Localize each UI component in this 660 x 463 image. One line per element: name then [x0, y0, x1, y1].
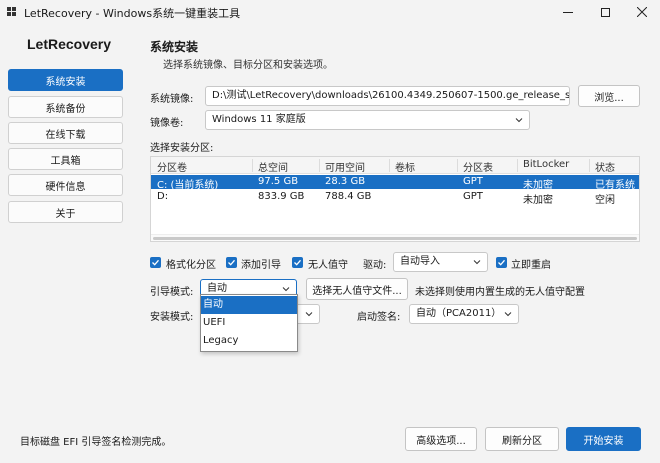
check-icon [228, 259, 235, 266]
column-header[interactable]: 分区表 [463, 159, 493, 174]
chevron-down-icon [305, 312, 313, 317]
main-panel: 系统安装 选择系统镜像、目标分区和安装选项。 系统镜像: D:\测试\LetRe… [130, 24, 660, 419]
select-unattend-file-button[interactable]: 选择无人值守文件... [306, 278, 408, 300]
app-icon [7, 7, 17, 17]
status-text: 目标磁盘 EFI 引导签名检测完成。 [20, 437, 172, 448]
image-label: 系统镜像: [150, 94, 194, 105]
table-cell: 空闲 [595, 195, 615, 206]
close-button[interactable] [624, 0, 660, 24]
boot-sign-select-value: 自动（PCA2011） [416, 308, 502, 319]
maximize-button[interactable] [587, 0, 623, 24]
driver-select-value: 自动导入 [400, 256, 440, 267]
sidebar: LetRecovery 系统安装 系统备份 在线下载 工具箱 硬件信息 关于 [0, 24, 130, 419]
add-boot-label: 添加引导 [241, 260, 281, 271]
table-row[interactable]: D: 833.9 GB 788.4 GB GPT 未加密 空闲 [151, 190, 639, 206]
driver-select[interactable]: 自动导入 [393, 252, 488, 272]
column-header[interactable]: 卷标 [395, 159, 415, 174]
boot-sign-select[interactable]: 自动（PCA2011） [409, 304, 519, 324]
partition-table: 分区卷 总空间 可用空间 卷标 分区表 BitLocker 状态 C: (当前系… [150, 156, 640, 242]
chevron-down-icon [504, 312, 512, 317]
table-cell: 未加密 [523, 180, 553, 191]
table-cell: D: [157, 191, 169, 202]
boot-mode-option-legacy[interactable]: Legacy [201, 332, 297, 350]
boot-sign-label: 启动签名: [357, 312, 401, 323]
sidebar-item-download[interactable]: 在线下载 [8, 122, 123, 144]
sidebar-item-hardware[interactable]: 硬件信息 [8, 174, 123, 196]
unattend-label: 无人值守 [308, 260, 348, 271]
check-icon [152, 259, 159, 266]
volume-label: 镜像卷: [150, 118, 184, 129]
sidebar-item-backup[interactable]: 系统备份 [8, 96, 123, 118]
partition-label: 选择安装分区: [150, 143, 214, 154]
volume-select[interactable]: Windows 11 家庭版 [205, 110, 530, 130]
add-boot-checkbox[interactable] [226, 257, 237, 268]
reboot-label: 立即重启 [511, 260, 551, 271]
chevron-down-icon [515, 118, 523, 123]
column-header[interactable]: 状态 [595, 159, 615, 174]
sidebar-item-about[interactable]: 关于 [8, 201, 123, 223]
sidebar-item-install[interactable]: 系统安装 [8, 69, 123, 91]
boot-mode-option-auto[interactable]: 自动 [201, 296, 297, 314]
advanced-options-button[interactable]: 高级选项... [405, 427, 477, 451]
table-row[interactable]: C: (当前系统) 97.5 GB 28.3 GB GPT 未加密 已有系统 [151, 175, 639, 191]
image-path-input[interactable]: D:\测试\LetRecovery\downloads\26100.4349.2… [205, 86, 570, 106]
table-cell: 未加密 [523, 195, 553, 206]
check-icon [294, 259, 301, 266]
boot-mode-option-uefi[interactable]: UEFI [201, 314, 297, 332]
reboot-checkbox[interactable] [496, 257, 507, 268]
brand-title: LetRecovery [27, 36, 112, 52]
table-cell: 97.5 GB [258, 176, 299, 187]
table-cell: 788.4 GB [325, 191, 372, 202]
window-title: LetRecovery - Windows系统一键重装工具 [24, 7, 241, 20]
table-scrollbar[interactable] [151, 234, 639, 241]
format-label: 格式化分区 [166, 260, 216, 271]
table-header: 分区卷 总空间 可用空间 卷标 分区表 BitLocker 状态 [151, 157, 639, 174]
table-cell: 已有系统 [595, 180, 635, 191]
boot-mode-dropdown: 自动 UEFI Legacy [200, 294, 298, 352]
driver-label: 驱动: [363, 260, 387, 271]
title-bar: LetRecovery - Windows系统一键重装工具 [0, 0, 660, 24]
unattend-hint: 未选择则使用内置生成的无人值守配置 [415, 287, 585, 298]
column-header[interactable]: 可用空间 [325, 159, 365, 174]
close-icon [637, 7, 647, 17]
unattend-checkbox[interactable] [292, 257, 303, 268]
check-icon [498, 259, 505, 266]
column-header[interactable]: 总空间 [258, 159, 288, 174]
start-install-button[interactable]: 开始安装 [566, 427, 641, 451]
table-cell: GPT [463, 191, 483, 202]
boot-mode-label: 引导模式: [150, 287, 194, 298]
install-mode-label: 安装模式: [150, 312, 194, 323]
column-header[interactable]: 分区卷 [157, 159, 187, 174]
table-cell: C: (当前系统) [157, 180, 219, 191]
sidebar-item-toolbox[interactable]: 工具箱 [8, 148, 123, 170]
browse-button[interactable]: 浏览... [578, 85, 640, 107]
refresh-partitions-button[interactable]: 刷新分区 [485, 427, 559, 451]
boot-mode-select-value: 自动 [207, 283, 227, 294]
page-title: 系统安装 [150, 40, 199, 54]
chevron-down-icon [473, 260, 481, 265]
table-cell: 28.3 GB [325, 176, 366, 187]
format-checkbox[interactable] [150, 257, 161, 268]
table-cell: 833.9 GB [258, 191, 305, 202]
status-bar: 目标磁盘 EFI 引导签名检测完成。 高级选项... 刷新分区 开始安装 [0, 419, 660, 463]
minimize-icon [563, 11, 573, 13]
maximize-icon [600, 7, 610, 17]
page-subtitle: 选择系统镜像、目标分区和安装选项。 [163, 60, 333, 71]
chevron-down-icon [282, 287, 290, 292]
table-cell: GPT [463, 176, 483, 187]
volume-select-value: Windows 11 家庭版 [212, 114, 306, 125]
column-header[interactable]: BitLocker [523, 159, 569, 170]
minimize-button[interactable] [550, 0, 586, 24]
